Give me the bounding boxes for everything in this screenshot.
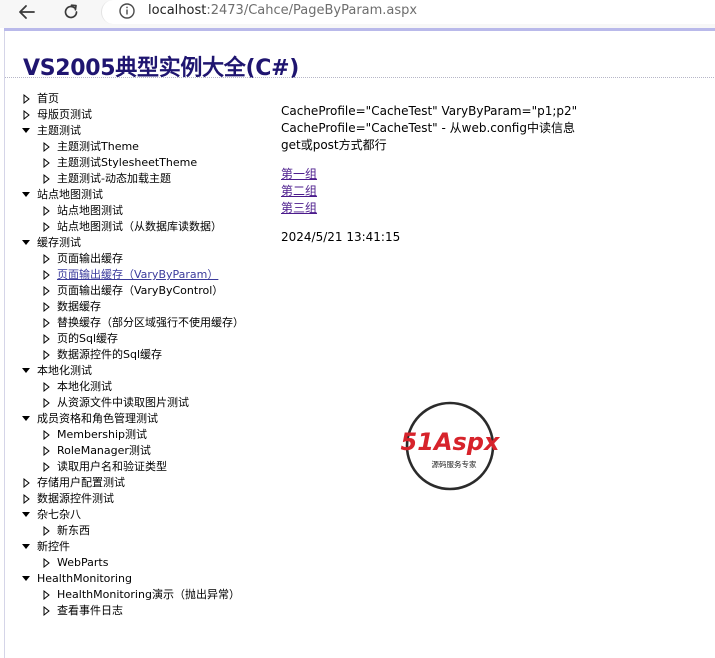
tree-node-label[interactable]: 替换缓存（部分区域强行不使用缓存） bbox=[57, 315, 244, 331]
collapsed-triangle-icon[interactable] bbox=[39, 299, 53, 315]
tree-node-label[interactable]: 页面输出缓存（VaryByControl） bbox=[57, 283, 223, 299]
tree-node-label[interactable]: 新控件 bbox=[37, 539, 70, 555]
page-viewport: VS2005典型实例大全(C#) 首页 母版页测试 主题测试 主题测试Theme 主题测… bbox=[4, 31, 715, 658]
collapsed-triangle-icon[interactable] bbox=[39, 171, 53, 187]
tree-node-label[interactable]: 从资源文件中读取图片测试 bbox=[57, 395, 189, 411]
tree-node-label[interactable]: 主题测试-动态加载主题 bbox=[57, 171, 171, 187]
collapsed-triangle-icon[interactable] bbox=[19, 491, 33, 507]
method-note: get或post方式都行 bbox=[281, 138, 387, 152]
collapsed-triangle-icon[interactable] bbox=[39, 603, 53, 619]
expanded-triangle-icon[interactable] bbox=[19, 571, 33, 587]
tree-node-label[interactable]: 页面输出缓存 bbox=[57, 251, 123, 267]
brand-logo: 51Aspx 源码服务专家 bbox=[401, 401, 501, 491]
collapsed-triangle-icon[interactable] bbox=[39, 251, 53, 267]
group-link-1[interactable]: 第一组 bbox=[281, 166, 317, 183]
timestamp: 2024/5/21 13:41:15 bbox=[281, 230, 401, 244]
tree-node-label[interactable]: 成员资格和角色管理测试 bbox=[37, 411, 158, 427]
tree-node-label[interactable]: 缓存测试 bbox=[37, 235, 81, 251]
back-button[interactable] bbox=[16, 2, 38, 22]
collapsed-triangle-icon[interactable] bbox=[39, 427, 53, 443]
tree-node-label[interactable]: 页的Sql缓存 bbox=[57, 331, 118, 347]
address-bar[interactable]: localhost:2473/Cahce/PageByParam.aspx bbox=[101, 0, 715, 24]
collapsed-triangle-icon[interactable] bbox=[39, 203, 53, 219]
tree-node-label[interactable]: 本地化测试 bbox=[37, 363, 92, 379]
expanded-triangle-icon[interactable] bbox=[19, 507, 33, 523]
collapsed-triangle-icon[interactable] bbox=[39, 267, 53, 283]
tree-node-label[interactable]: 本地化测试 bbox=[57, 379, 112, 395]
reload-button[interactable] bbox=[60, 2, 82, 22]
tree-node-label[interactable]: 站点地图测试 bbox=[57, 203, 123, 219]
expanded-triangle-icon[interactable] bbox=[19, 123, 33, 139]
collapsed-triangle-icon[interactable] bbox=[39, 155, 53, 171]
tree-node-label[interactable]: 主题测试Theme bbox=[57, 139, 139, 155]
collapsed-triangle-icon[interactable] bbox=[39, 219, 53, 235]
collapsed-triangle-icon[interactable] bbox=[39, 459, 53, 475]
group-link-3[interactable]: 第三组 bbox=[281, 200, 317, 217]
url-host: localhost bbox=[148, 3, 207, 18]
collapsed-triangle-icon[interactable] bbox=[39, 443, 53, 459]
tree-node-label[interactable]: HealthMonitoring bbox=[37, 571, 132, 587]
tree-node-label[interactable]: 查看事件日志 bbox=[57, 603, 123, 619]
url-text[interactable]: localhost:2473/Cahce/PageByParam.aspx bbox=[148, 3, 417, 18]
group-link-2[interactable]: 第二组 bbox=[281, 183, 317, 200]
collapsed-triangle-icon[interactable] bbox=[39, 523, 53, 539]
expanded-triangle-icon[interactable] bbox=[19, 539, 33, 555]
tree-node-label[interactable]: 数据源控件的Sql缓存 bbox=[57, 347, 162, 363]
tree-node-label[interactable]: 母版页测试 bbox=[37, 107, 92, 123]
collapsed-triangle-icon[interactable] bbox=[39, 347, 53, 363]
collapsed-triangle-icon[interactable] bbox=[19, 91, 33, 107]
collapsed-triangle-icon[interactable] bbox=[39, 315, 53, 331]
collapsed-triangle-icon[interactable] bbox=[39, 555, 53, 571]
tree-node-label[interactable]: 页面输出缓存（VaryByParam） bbox=[57, 267, 218, 283]
tree-node-label[interactable]: 数据缓存 bbox=[57, 299, 101, 315]
tree-node-label[interactable]: HealthMonitoring演示（抛出异常） bbox=[57, 587, 240, 603]
title-divider bbox=[5, 77, 715, 78]
info-icon[interactable] bbox=[118, 2, 136, 20]
expanded-triangle-icon[interactable] bbox=[19, 187, 33, 203]
expanded-triangle-icon[interactable] bbox=[19, 235, 33, 251]
collapsed-triangle-icon[interactable] bbox=[39, 331, 53, 347]
tree-node-label[interactable]: Membership测试 bbox=[57, 427, 147, 443]
collapsed-triangle-icon[interactable] bbox=[19, 107, 33, 123]
tree-node-label[interactable]: RoleManager测试 bbox=[57, 443, 151, 459]
tree-node-label[interactable]: 新东西 bbox=[57, 523, 90, 539]
cache-profile-note: CacheProfile="CacheTest" - 从web.config中读… bbox=[281, 121, 575, 135]
logo-tagline: 源码服务专家 bbox=[432, 459, 477, 469]
browser-toolbar: localhost:2473/Cahce/PageByParam.aspx bbox=[0, 0, 715, 28]
tree-node-label[interactable]: 站点地图测试（从数据库读数据） bbox=[57, 219, 222, 235]
collapsed-triangle-icon[interactable] bbox=[19, 475, 33, 491]
tree-node-label[interactable]: 杂七杂八 bbox=[37, 507, 81, 523]
reload-icon bbox=[64, 4, 78, 19]
collapsed-triangle-icon[interactable] bbox=[39, 379, 53, 395]
logo-brand-text: 51Aspx bbox=[401, 428, 501, 456]
url-path: :2473/Cahce/PageByParam.aspx bbox=[206, 3, 418, 18]
collapsed-triangle-icon[interactable] bbox=[39, 283, 53, 299]
tree-node-label[interactable]: 数据源控件测试 bbox=[37, 491, 114, 507]
collapsed-triangle-icon[interactable] bbox=[39, 395, 53, 411]
tree-node-label[interactable]: 存储用户配置测试 bbox=[37, 475, 125, 491]
expanded-triangle-icon[interactable] bbox=[19, 411, 33, 427]
expanded-triangle-icon[interactable] bbox=[19, 363, 33, 379]
collapsed-triangle-icon[interactable] bbox=[39, 139, 53, 155]
tree-node-label[interactable]: 主题测试StylesheetTheme bbox=[57, 155, 197, 171]
tree-node-label[interactable]: 读取用户名和验证类型 bbox=[57, 459, 167, 475]
back-arrow-icon bbox=[19, 5, 35, 19]
tree-node-label[interactable]: 主题测试 bbox=[37, 123, 81, 139]
cache-profile-line: CacheProfile="CacheTest" VaryByParam="p1… bbox=[281, 104, 578, 118]
tree-node-label[interactable]: WebParts bbox=[57, 555, 108, 571]
collapsed-triangle-icon[interactable] bbox=[39, 587, 53, 603]
tree-node-label[interactable]: 首页 bbox=[37, 91, 59, 107]
tree-node-label[interactable]: 站点地图测试 bbox=[37, 187, 103, 203]
